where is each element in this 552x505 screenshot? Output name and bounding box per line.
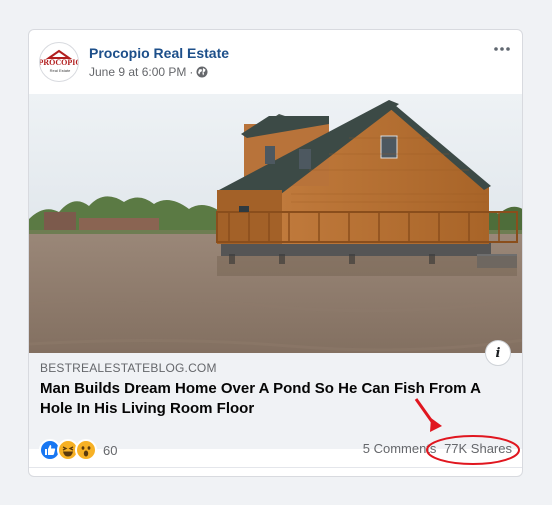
more-options-icon[interactable] (491, 40, 513, 58)
reaction-count: 60 (103, 442, 118, 458)
page-logo: PROCOPIO Real Estate (40, 49, 79, 73)
meta-separator: · (189, 65, 194, 79)
shares-count[interactable]: 77K Shares (444, 441, 512, 456)
post-card: PROCOPIO Real Estate Procopio Real Estat… (28, 29, 523, 477)
page-avatar[interactable]: PROCOPIO Real Estate (39, 42, 79, 82)
link-domain: BESTREALESTATEBLOG.COM (40, 361, 217, 375)
link-headline[interactable]: Man Builds Dream Home Over A Pond So He … (40, 379, 512, 419)
wow-icon (75, 439, 97, 461)
logo-text: PROCOPIO (40, 58, 79, 67)
engagement-stats: 5 Comments 77K Shares (363, 441, 512, 456)
post-photo[interactable] (29, 94, 522, 382)
house-on-pond-image (29, 94, 522, 382)
post-meta: June 9 at 6:00 PM · (89, 65, 208, 79)
post-footer: 60 5 Comments 77K Shares (29, 428, 522, 468)
reactions-summary[interactable]: 60 (39, 439, 117, 461)
globe-icon[interactable] (196, 66, 208, 78)
info-icon[interactable]: i (485, 340, 511, 366)
post-header: PROCOPIO Real Estate Procopio Real Estat… (29, 30, 522, 94)
page-name[interactable]: Procopio Real Estate (89, 45, 229, 61)
logo-subtext: Real Estate (50, 68, 71, 73)
comments-count[interactable]: 5 Comments (363, 441, 437, 456)
post-timestamp[interactable]: June 9 at 6:00 PM (89, 65, 186, 79)
